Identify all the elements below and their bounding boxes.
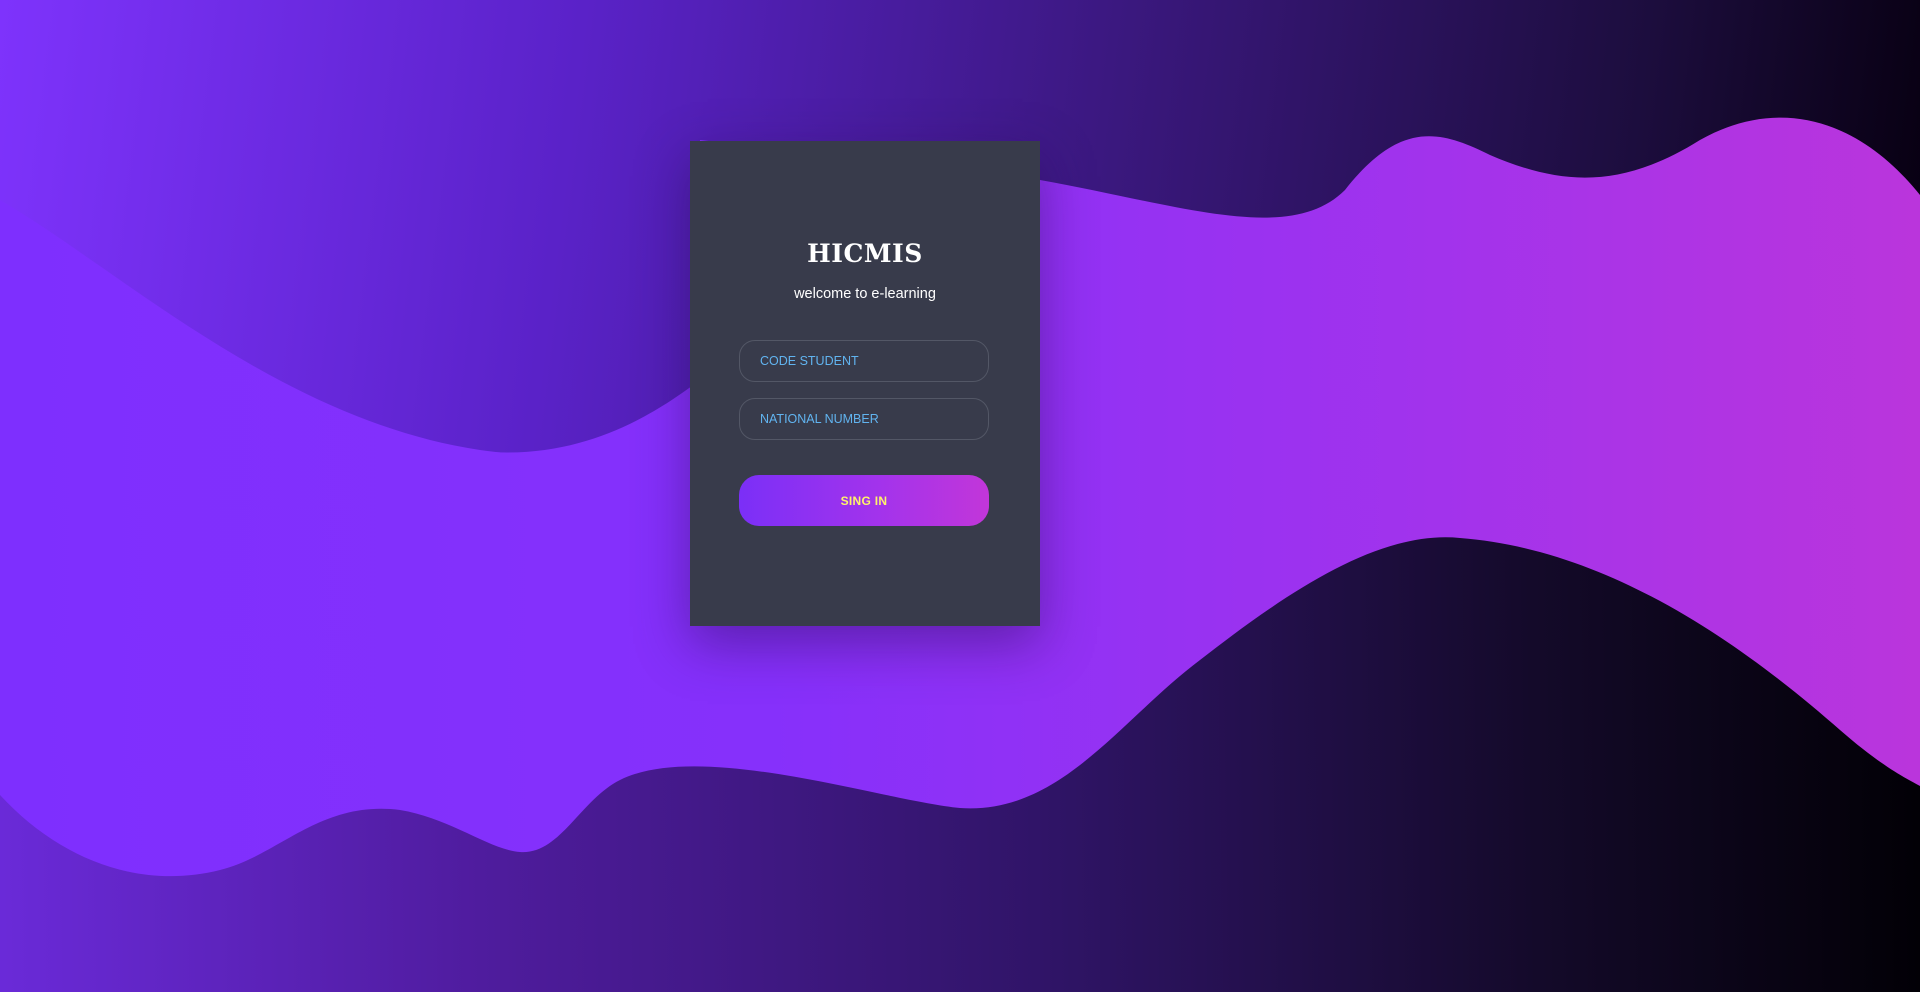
code-student-input[interactable] [739, 340, 989, 382]
page-subtitle: welcome to e-learning [794, 286, 936, 302]
national-number-input[interactable] [739, 398, 989, 440]
page-title: HICMIS [807, 239, 923, 268]
login-page: HICMIS welcome to e-learning SING IN [0, 0, 1920, 992]
sign-in-button[interactable]: SING IN [739, 475, 989, 526]
login-card: HICMIS welcome to e-learning SING IN [690, 141, 1040, 626]
